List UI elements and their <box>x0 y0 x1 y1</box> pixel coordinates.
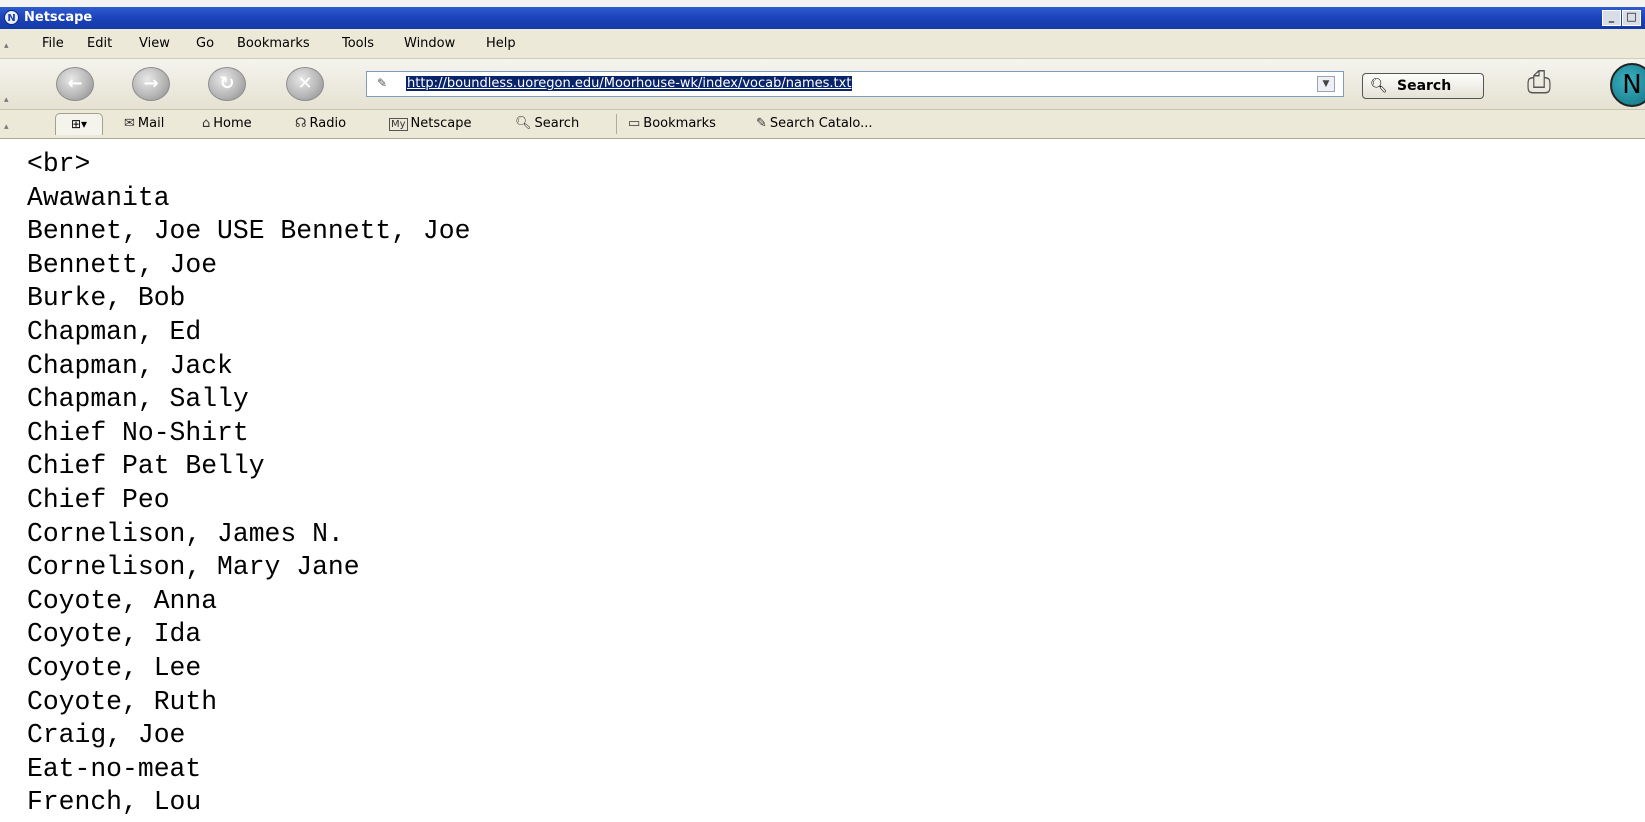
stop-button[interactable]: ✕ <box>286 67 324 101</box>
toolbar-item-my-netscape[interactable]: My Netscape <box>389 116 472 131</box>
toolbar-item-label: Netscape <box>410 116 472 131</box>
toolbar-separator <box>616 114 617 134</box>
back-arrow-icon: ← <box>67 73 83 94</box>
toolbar-item-bookmarks[interactable]: ▭ Bookmarks <box>628 116 716 131</box>
menu-view[interactable]: View <box>139 36 170 51</box>
radio-icon: ☊ <box>295 116 307 131</box>
stop-icon: ✕ <box>297 73 313 94</box>
list-item: Chapman, Jack <box>27 350 233 381</box>
menu-bookmarks[interactable]: Bookmarks <box>237 36 310 51</box>
navbar-grip-icon[interactable]: ▴ <box>4 95 14 105</box>
list-item: Coyote, Ruth <box>27 686 218 717</box>
my-netscape-icon: My <box>389 118 408 131</box>
minimize-button[interactable]: _ <box>1602 10 1621 26</box>
personalbar-grip-icon[interactable]: ▴ <box>4 122 14 132</box>
search-button-label: Search <box>1397 78 1452 94</box>
title-bar: N Netscape _ □ <box>0 7 1645 29</box>
list-item: Cornelison, Mary Jane <box>27 552 360 583</box>
new-tab-button[interactable]: ⊞▾ <box>55 113 103 135</box>
list-item: Burke, Bob <box>27 283 186 314</box>
list-item: Chapman, Ed <box>27 316 202 347</box>
back-button[interactable]: ← <box>56 67 94 101</box>
toolbar-item-search-catalog[interactable]: ✎ Search Catalo... <box>756 116 873 131</box>
location-bar[interactable]: ✎ http://boundless.uoregon.edu/Moorhouse… <box>366 71 1344 97</box>
navigation-toolbar: ▴ ← → ↻ ✕ ✎ http://boundless.uoregon.edu… <box>0 59 1645 110</box>
list-item: Chapman, Sally <box>27 384 249 415</box>
menu-help[interactable]: Help <box>486 36 516 51</box>
list-item: Cornelison, James N. <box>27 518 344 549</box>
magnifier-icon: 🔍︎ <box>1370 78 1388 94</box>
search-catalog-icon: ✎ <box>756 116 767 131</box>
reload-icon: ↻ <box>219 73 235 94</box>
menubar-grip-icon[interactable]: ▴ <box>4 41 14 51</box>
list-item: Coyote, Ida <box>27 619 202 650</box>
toolbar-item-label: Home <box>213 116 252 131</box>
list-item: Coyote, Lee <box>27 652 202 683</box>
list-item: Eat-no-meat <box>27 753 202 784</box>
forward-arrow-icon: → <box>143 73 159 94</box>
list-item: Craig, Joe <box>27 720 186 751</box>
url-input[interactable]: http://boundless.uoregon.edu/Moorhouse-w… <box>406 76 853 91</box>
toolbar-item-label: Mail <box>137 116 165 131</box>
new-tab-icon: ⊞▾ <box>70 117 88 131</box>
window-title: Netscape <box>24 10 93 25</box>
toolbar-item-label: Search <box>534 116 580 131</box>
list-item: Chief Pat Belly <box>27 451 265 482</box>
menu-bar: ▴ File Edit View Go Bookmarks Tools Wind… <box>0 29 1645 59</box>
reload-button[interactable]: ↻ <box>208 67 246 101</box>
print-icon[interactable]: ⎙ <box>1527 65 1567 101</box>
toolbar-item-label: Radio <box>309 116 347 131</box>
personal-toolbar: ▴ ⊞▾ ✉ Mail ⌂ Home ☊ Radio My Netscape 🔍︎ Sea… <box>0 110 1645 139</box>
list-item: French, Lou <box>27 787 202 818</box>
chevron-down-icon: ▼ <box>1322 79 1330 89</box>
window-frame-top <box>0 0 1645 7</box>
search-icon: 🔍︎ <box>515 116 532 131</box>
list-item: Awawanita <box>27 182 170 213</box>
menu-tools[interactable]: Tools <box>342 36 374 51</box>
toolbar-item-mail[interactable]: ✉ Mail <box>124 116 164 131</box>
menu-window[interactable]: Window <box>404 36 455 51</box>
url-dropdown-button[interactable]: ▼ <box>1317 76 1335 92</box>
menu-go[interactable]: Go <box>196 36 214 51</box>
list-item: Chief Peo <box>27 484 170 515</box>
maximize-button[interactable]: □ <box>1622 10 1641 26</box>
toolbar-item-home[interactable]: ⌂ Home <box>202 116 252 131</box>
bookmarks-icon: ▭ <box>628 116 641 131</box>
list-item: Coyote, Anna <box>27 585 218 616</box>
list-item: Bennet, Joe USE Bennett, Joe <box>27 216 471 247</box>
toolbar-item-search[interactable]: 🔍︎ Search <box>515 116 579 131</box>
toolbar-item-label: Bookmarks <box>643 116 716 131</box>
search-button[interactable]: 🔍︎ Search <box>1362 73 1484 99</box>
menu-edit[interactable]: Edit <box>87 36 112 51</box>
list-item: Bennett, Joe <box>27 249 218 280</box>
forward-button[interactable]: → <box>132 67 170 101</box>
toolbar-item-radio[interactable]: ☊ Radio <box>295 116 346 131</box>
toolbar-item-label: Search Catalo... <box>769 116 873 131</box>
netscape-throbber-icon[interactable]: N <box>1610 63 1645 107</box>
netscape-logo-icon: N <box>4 10 19 25</box>
names-list: <br> Awawanita Bennet, Joe USE Bennett, … <box>27 148 470 820</box>
menu-file[interactable]: File <box>42 36 64 51</box>
mail-icon: ✉ <box>124 116 135 131</box>
list-item: Chief No-Shirt <box>27 417 249 448</box>
page-proxy-icon[interactable]: ✎ <box>377 76 387 90</box>
home-icon: ⌂ <box>202 116 211 131</box>
page-content: <br> Awawanita Bennet, Joe USE Bennett, … <box>0 139 1645 822</box>
list-item: <br> <box>27 149 91 179</box>
